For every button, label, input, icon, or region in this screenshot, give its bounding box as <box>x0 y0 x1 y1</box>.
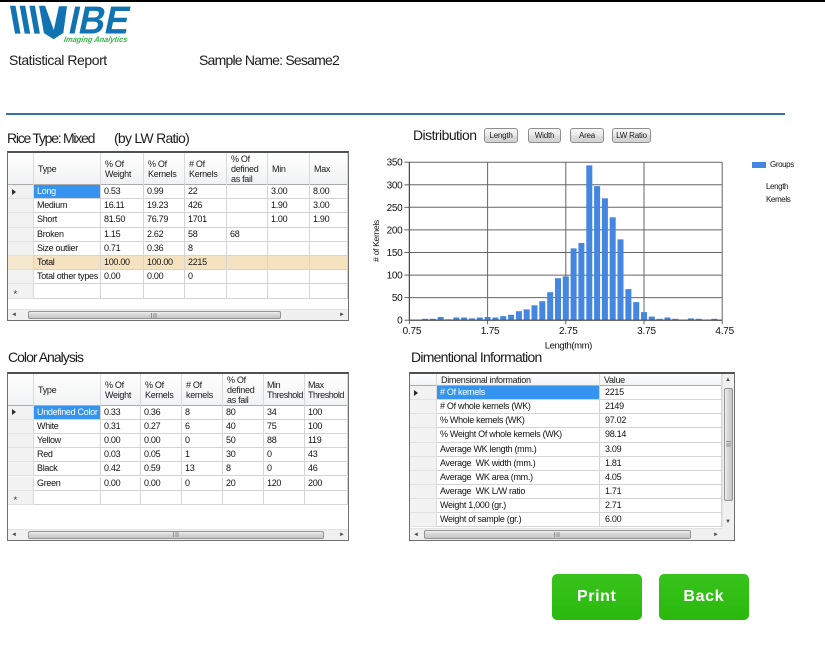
svg-text:50: 50 <box>392 293 403 304</box>
svg-text:150: 150 <box>387 248 404 259</box>
svg-text:4.75: 4.75 <box>715 326 734 337</box>
svg-text:2.75: 2.75 <box>559 326 578 337</box>
svg-text:1.75: 1.75 <box>481 326 500 337</box>
svg-text:# of Kernels: # of Kernels <box>371 220 381 262</box>
svg-text:200: 200 <box>387 225 404 236</box>
svg-text:0.75: 0.75 <box>403 326 422 337</box>
svg-text:300: 300 <box>387 180 404 191</box>
svg-text:3.75: 3.75 <box>637 326 656 337</box>
svg-text:100: 100 <box>387 271 404 282</box>
svg-text:250: 250 <box>387 203 404 214</box>
svg-text:0: 0 <box>397 316 403 327</box>
svg-text:Imaging Analytics: Imaging Analytics <box>63 35 129 44</box>
svg-text:350: 350 <box>387 158 404 169</box>
svg-text:Length(mm): Length(mm) <box>545 341 592 352</box>
